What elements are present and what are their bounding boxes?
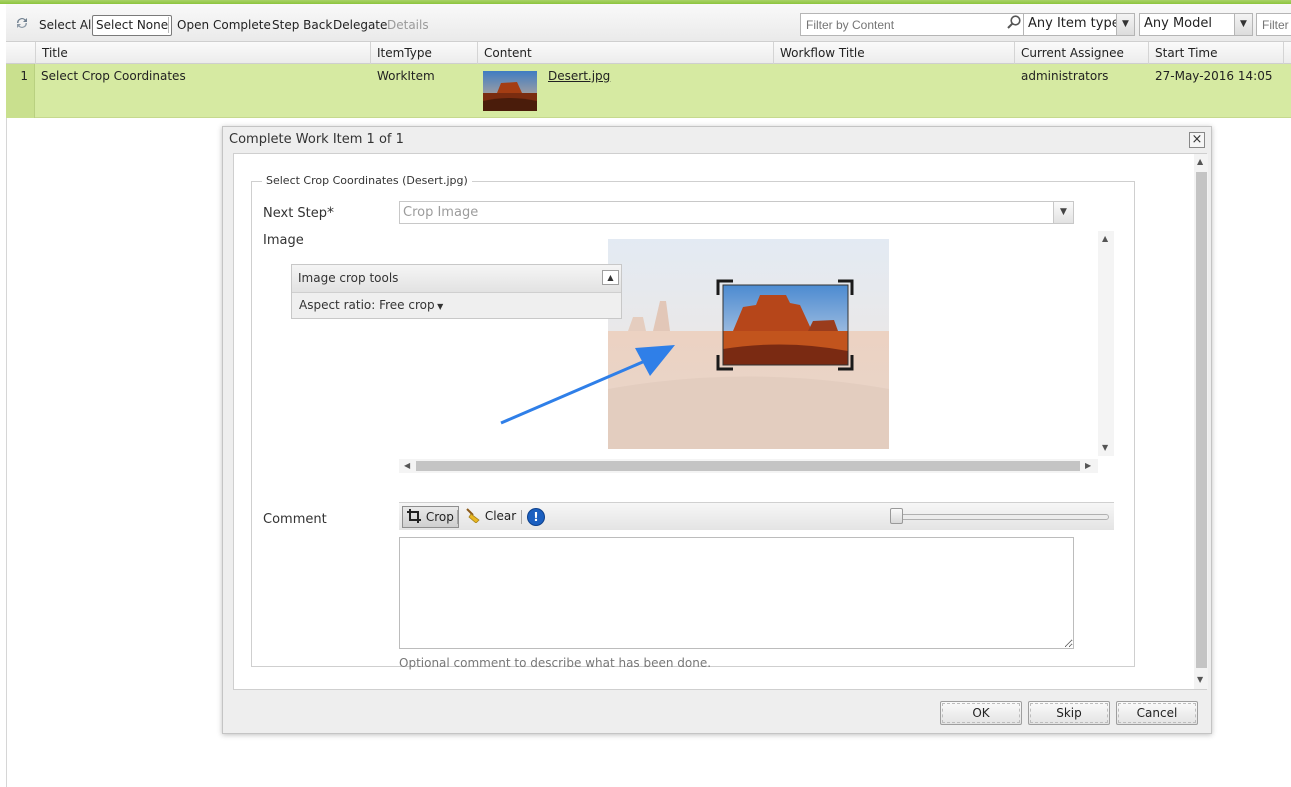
scroll-up-icon[interactable]: ▲ — [1197, 157, 1203, 166]
row-start-time: 27-May-2016 14:05 — [1155, 69, 1273, 83]
skip-button[interactable]: Skip — [1028, 701, 1110, 725]
delegate-button[interactable]: Delegate — [333, 14, 387, 36]
aspect-ratio-menu[interactable]: Aspect ratio: Free crop ▼ — [292, 293, 621, 317]
zoom-slider-thumb[interactable] — [890, 508, 903, 524]
crop-button[interactable]: Crop — [402, 506, 459, 528]
close-icon[interactable]: × — [1189, 132, 1205, 148]
clear-button[interactable]: Clear — [465, 508, 517, 524]
left-border — [6, 118, 7, 787]
filter-input[interactable] — [1256, 13, 1291, 36]
scrollbar-thumb[interactable] — [1196, 172, 1207, 668]
annotation-arrow-icon — [500, 345, 675, 425]
table-row[interactable]: 1 Select Crop Coordinates WorkItem Deser… — [6, 64, 1291, 118]
next-step-value: Crop Image — [403, 205, 479, 220]
zoom-slider[interactable] — [891, 514, 1109, 520]
dialog-title: Complete Work Item 1 of 1 — [229, 132, 404, 147]
row-assignee: administrators — [1021, 69, 1109, 83]
toolbar: Select All Select None Open Complete Ste… — [6, 4, 1291, 42]
cancel-button[interactable]: Cancel — [1116, 701, 1198, 725]
crop-fieldset: Select Crop Coordinates (Desert.jpg) Nex… — [251, 174, 1135, 670]
toolbar-separator — [521, 510, 522, 524]
comment-label: Comment — [263, 512, 327, 527]
column-header-itemtype[interactable]: ItemType — [370, 42, 477, 64]
row-number: 1 — [6, 64, 35, 118]
column-header-assignee[interactable]: Current Assignee — [1014, 42, 1148, 64]
model-select[interactable]: Any Model ▼ — [1139, 13, 1253, 36]
ok-button[interactable]: OK — [940, 701, 1022, 725]
column-header-title[interactable]: Title — [35, 42, 377, 64]
item-type-select[interactable]: Any Item type ▼ — [1023, 13, 1135, 36]
next-step-select[interactable]: Crop Image ▼ — [399, 201, 1074, 224]
collapse-icon[interactable]: ▲ — [602, 270, 619, 285]
crop-label: Crop — [425, 510, 454, 524]
next-step-label: Next Step* — [263, 205, 334, 221]
select-none-button[interactable]: Select None — [92, 15, 173, 36]
broom-icon — [465, 508, 485, 524]
content-link[interactable]: Desert.jpg — [548, 69, 610, 83]
chevron-down-icon[interactable]: ▼ — [1053, 202, 1073, 223]
search-icon[interactable] — [1004, 14, 1024, 35]
column-header-content[interactable]: Content — [477, 42, 773, 64]
column-header-more[interactable] — [1283, 42, 1291, 64]
scroll-left-icon[interactable]: ◀ — [404, 461, 410, 470]
aspect-ratio-label: Aspect ratio: Free crop — [299, 298, 435, 312]
clear-label: Clear — [484, 509, 517, 523]
caret-down-icon: ▼ — [434, 302, 444, 311]
image-label: Image — [263, 233, 304, 248]
dialog-scrollbar[interactable]: ▲ ▼ — [1194, 154, 1208, 689]
crop-tools-title: Image crop tools — [298, 271, 399, 285]
image-crop-tools-panel: Image crop tools ▲ Aspect ratio: Free cr… — [291, 264, 622, 319]
step-back-button[interactable]: Step Back — [272, 14, 332, 36]
scroll-up-icon[interactable]: ▲ — [1102, 234, 1108, 243]
comment-textarea[interactable] — [399, 537, 1074, 649]
row-item-type: WorkItem — [377, 69, 435, 83]
chevron-down-icon[interactable]: ▼ — [1234, 14, 1252, 35]
scroll-down-icon[interactable]: ▼ — [1197, 675, 1203, 684]
complete-button[interactable]: Complete — [213, 14, 271, 36]
hscroll-thumb[interactable] — [416, 461, 1080, 471]
fieldset-legend: Select Crop Coordinates (Desert.jpg) — [262, 174, 472, 187]
image-horizontal-scrollbar[interactable]: ◀ ▶ — [399, 459, 1098, 473]
select-all-button[interactable]: Select All — [39, 14, 95, 36]
refresh-icon[interactable] — [14, 15, 30, 37]
info-icon[interactable]: ! — [527, 508, 545, 526]
complete-work-item-dialog: Complete Work Item 1 of 1 × ▲ ▼ Select C… — [222, 126, 1212, 734]
column-header-start-time[interactable]: Start Time — [1148, 42, 1283, 64]
toolbar-separator — [457, 510, 458, 524]
details-button[interactable]: Details — [387, 14, 429, 36]
open-button[interactable]: Open — [177, 14, 209, 36]
chevron-down-icon[interactable]: ▼ — [1116, 14, 1134, 35]
scroll-right-icon[interactable]: ▶ — [1085, 461, 1091, 470]
content-thumbnail[interactable] — [483, 71, 537, 111]
image-vertical-scrollbar[interactable]: ▲ ▼ — [1098, 231, 1114, 456]
column-header-workflow-title[interactable]: Workflow Title — [773, 42, 1014, 64]
row-title: Select Crop Coordinates — [41, 69, 186, 83]
next-step-label-text: Next Step — [263, 206, 328, 221]
crop-selection[interactable] — [716, 279, 854, 371]
grid-header: Title ItemType Content Workflow Title Cu… — [6, 42, 1291, 64]
scroll-down-icon[interactable]: ▼ — [1102, 443, 1108, 452]
crop-icon — [407, 509, 426, 524]
toolbar-separator — [168, 17, 169, 33]
comment-help-text: Optional comment to describe what has be… — [399, 656, 712, 670]
crop-tools-header: Image crop tools ▲ — [292, 265, 621, 293]
filter-content-input[interactable] — [800, 13, 1026, 36]
model-value: Any Model — [1144, 16, 1212, 31]
image-toolbar: Crop Clear ! — [399, 502, 1114, 530]
dialog-body: ▲ ▼ Select Crop Coordinates (Desert.jpg)… — [233, 153, 1208, 690]
item-type-value: Any Item type — [1028, 16, 1120, 31]
required-mark: * — [327, 205, 335, 221]
